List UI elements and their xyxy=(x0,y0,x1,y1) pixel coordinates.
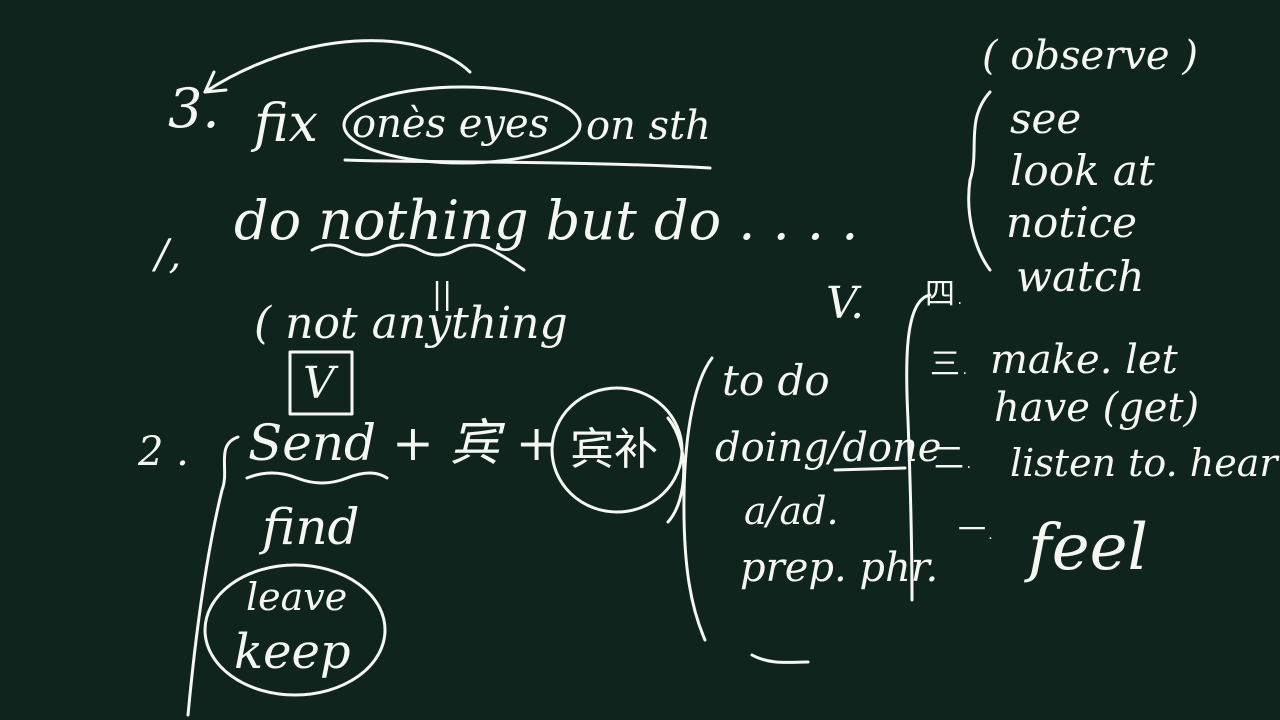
complement-bracket-left xyxy=(682,356,714,642)
group-three-text: make. let xyxy=(990,337,1178,383)
complement-bracket-right xyxy=(666,416,686,524)
on-sth-phrase: on sth xyxy=(586,103,711,149)
complement-form-doing-done: doing/done xyxy=(715,425,942,471)
group-two-number: 二. xyxy=(934,441,974,476)
perception-verb-watch: watch xyxy=(1016,252,1145,301)
send-wavy-underline xyxy=(245,471,389,485)
bottom-dash xyxy=(750,653,810,664)
arrow-curve xyxy=(203,39,472,94)
chalkboard: 3. fix onès eyes on sth /, do nothing bu… xyxy=(0,0,1280,720)
send-phrase: Send + 宾 + xyxy=(248,414,558,472)
send-number: 2 . xyxy=(138,429,189,475)
group-one-text: feel xyxy=(1028,511,1148,585)
verbs-header: V. xyxy=(826,278,865,329)
perception-verb-look-at: look at xyxy=(1010,146,1155,195)
find-word: find xyxy=(262,498,360,556)
do-nothing-phrase: do nothing but do . . . . xyxy=(234,189,859,252)
send-list-bracket xyxy=(186,435,240,717)
perception-verb-notice: notice xyxy=(1006,198,1138,247)
group-four-number: 四. xyxy=(925,277,965,312)
perception-verb-observe: ( observe ) xyxy=(982,33,1198,79)
complement-form-prep-phrase: prep. phr. xyxy=(740,545,939,591)
fix-underline xyxy=(343,158,712,170)
complement-form-adj-adv: a/ad. xyxy=(744,489,839,533)
group-one-number: 一. xyxy=(958,513,995,546)
group-two-text: listen to. hear xyxy=(1010,441,1278,485)
not-anything-phrase: ( not anything xyxy=(254,298,568,349)
ones-eyes-phrase: onès eyes xyxy=(352,101,550,147)
perception-verb-see: see xyxy=(1010,94,1082,143)
complement-form-to-do: to do xyxy=(722,356,830,405)
object-complement: 宾补 xyxy=(570,424,658,475)
perception-bracket xyxy=(967,90,992,272)
group-three-number: 三. xyxy=(930,347,970,382)
leave-word: leave xyxy=(246,575,348,619)
group-three-text-2: have (get) xyxy=(994,385,1200,431)
boxed-v: V xyxy=(303,358,335,409)
fix-number: 3. xyxy=(168,77,220,140)
keep-word: keep xyxy=(234,624,351,680)
do-nothing-marker: /, xyxy=(155,232,182,278)
fix-word: fix xyxy=(254,94,319,154)
